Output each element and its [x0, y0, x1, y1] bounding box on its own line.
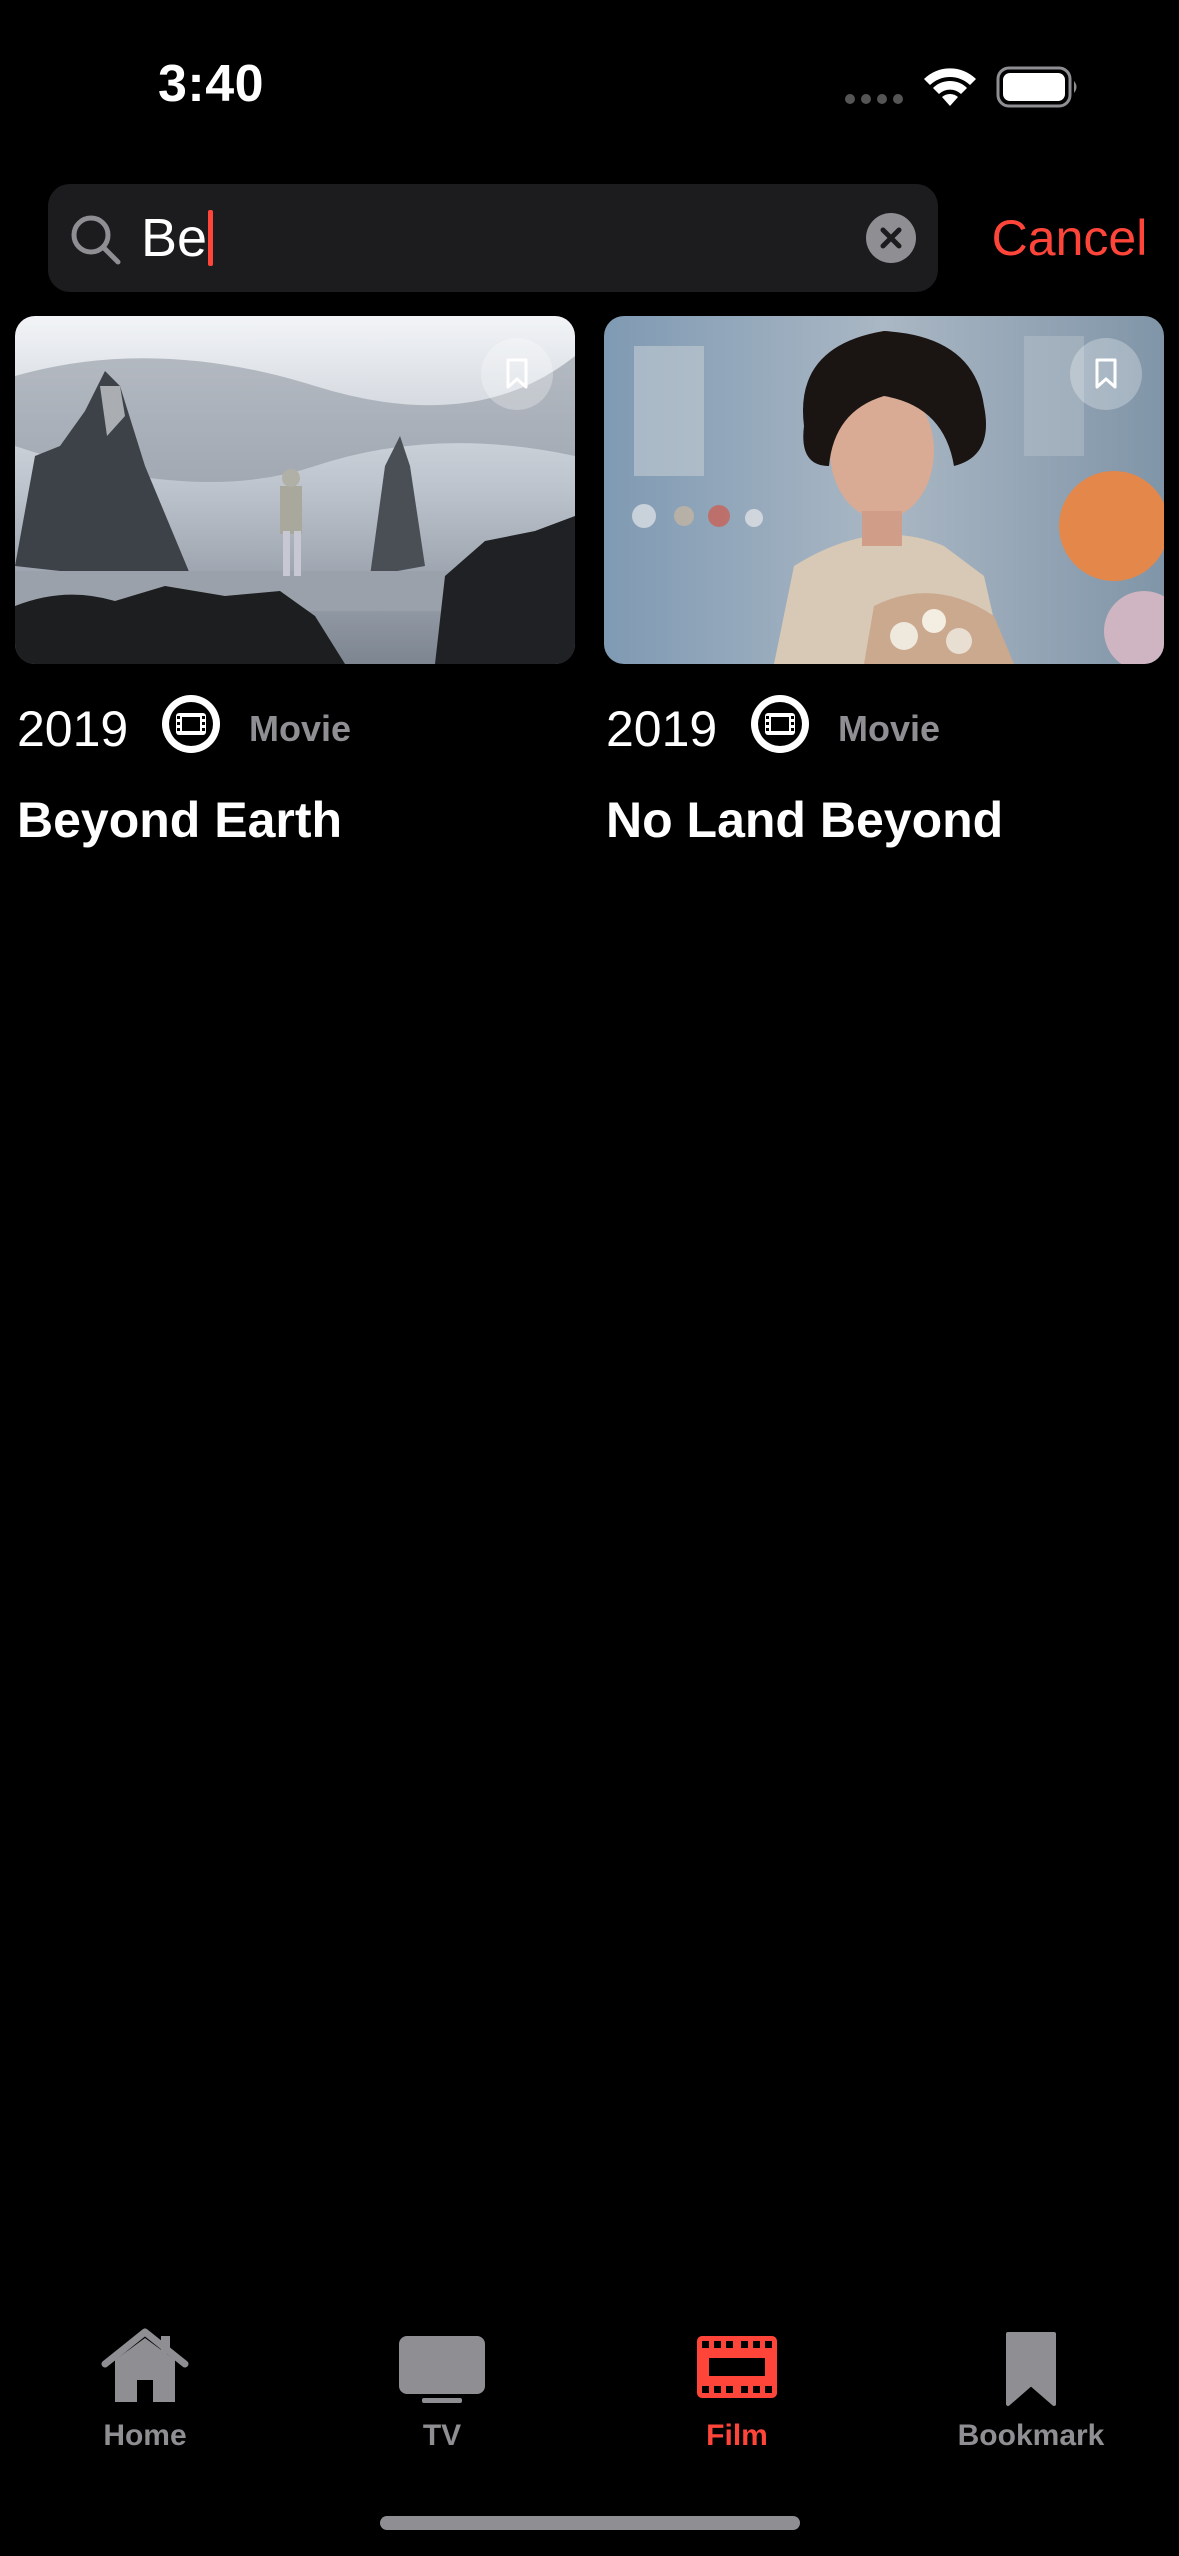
- magnifier-icon: [71, 215, 121, 265]
- result-meta: 2019 Movie: [17, 691, 577, 767]
- search-input[interactable]: Be: [141, 206, 214, 270]
- film-reel-icon: [162, 695, 220, 753]
- result-thumbnail[interactable]: [15, 316, 575, 664]
- tab-tv[interactable]: TV: [332, 2310, 552, 2460]
- result-year: 2019: [606, 701, 718, 757]
- result-card[interactable]: 2019 Movie No Land Beyond: [604, 316, 1164, 876]
- result-type: Movie: [838, 708, 941, 749]
- battery-icon: [996, 66, 1077, 108]
- result-title[interactable]: No Land Beyond: [606, 788, 1003, 852]
- status-bar: 3:40: [0, 0, 1179, 170]
- film-reel-icon: [751, 695, 809, 753]
- home-indicator[interactable]: [380, 2516, 800, 2530]
- television-icon: [399, 2336, 485, 2403]
- film-strip-icon: [697, 2336, 777, 2398]
- tab-bar: Home TV Film Bookmark: [0, 2310, 1179, 2470]
- clear-circle-icon: [880, 227, 902, 249]
- cancel-button[interactable]: Cancel: [960, 202, 1179, 274]
- tab-label: TV: [422, 2419, 462, 2452]
- result-year: 2019: [17, 701, 129, 757]
- result-title[interactable]: Beyond Earth: [17, 788, 342, 852]
- tab-label: Film: [706, 2419, 768, 2452]
- search-field[interactable]: Be: [48, 184, 938, 292]
- text-caret: [208, 210, 214, 266]
- cellular-signal-icon: [845, 94, 903, 104]
- house-icon: [101, 2328, 189, 2402]
- status-time: 3:40: [158, 55, 265, 113]
- clear-search-button[interactable]: [866, 213, 916, 263]
- result-type: Movie: [249, 708, 352, 749]
- search-row: Be Cancel: [0, 184, 1179, 294]
- bookmark-button[interactable]: [1070, 338, 1142, 410]
- bookmark-icon: [506, 358, 528, 389]
- result-meta: 2019 Movie: [606, 691, 1166, 767]
- wifi-icon: [924, 68, 976, 106]
- bookmark-button[interactable]: [481, 338, 553, 410]
- tab-label: Bookmark: [957, 2419, 1105, 2452]
- result-thumbnail[interactable]: [604, 316, 1164, 664]
- tab-film[interactable]: Film: [627, 2310, 847, 2460]
- tab-bookmark[interactable]: Bookmark: [921, 2310, 1141, 2460]
- bookmark-icon: [1095, 358, 1117, 389]
- bookmark-icon: [1006, 2332, 1056, 2406]
- search-input-value: Be: [141, 208, 208, 268]
- tab-label: Home: [103, 2419, 187, 2452]
- tab-home[interactable]: Home: [35, 2310, 255, 2460]
- result-card[interactable]: 2019 Movie Beyond Earth: [15, 316, 575, 876]
